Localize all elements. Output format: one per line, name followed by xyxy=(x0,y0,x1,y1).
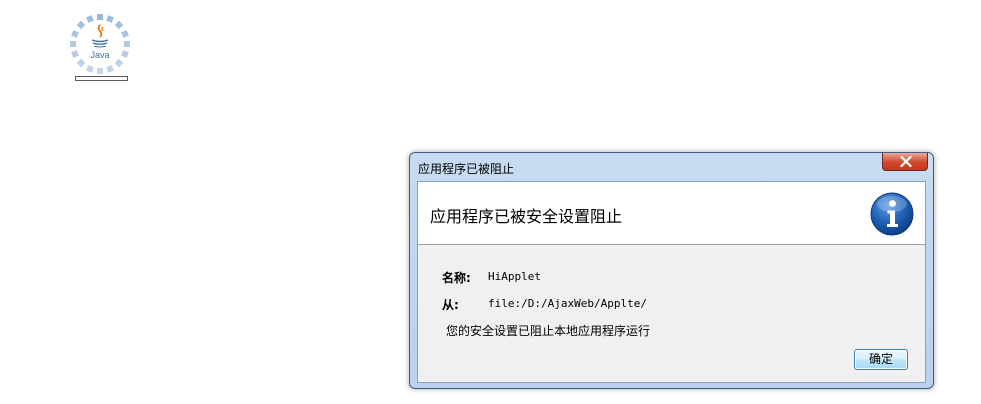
dialog-title: 应用程序已被阻止 xyxy=(418,162,515,176)
application-blocked-dialog: 应用程序已被阻止 应用程序已被安全设置阻止 名称: HiApplet 从: fi… xyxy=(409,152,934,389)
java-cup-logo xyxy=(91,24,109,48)
java-logo-text: Java xyxy=(90,50,109,60)
name-label: 名称: xyxy=(442,271,471,285)
from-value: file:/D:/AjaxWeb/Applte/ xyxy=(488,297,647,310)
from-label: 从: xyxy=(442,298,459,312)
info-icon xyxy=(870,192,914,236)
ok-button[interactable]: 确定 xyxy=(854,349,908,370)
java-spinner-icon: Java xyxy=(70,14,130,74)
java-loading-progress-bar xyxy=(75,76,128,81)
name-value: HiApplet xyxy=(488,270,541,283)
java-loading-spinner: Java xyxy=(68,12,132,84)
blocked-message: 您的安全设置已阻止本地应用程序运行 xyxy=(446,324,651,338)
close-icon xyxy=(900,156,912,167)
dialog-content: 应用程序已被安全设置阻止 名称: HiApplet 从: file:/D:/Aj… xyxy=(417,181,926,383)
close-button[interactable] xyxy=(882,153,928,171)
dialog-header: 应用程序已被安全设置阻止 xyxy=(418,182,925,245)
dialog-titlebar[interactable]: 应用程序已被阻止 xyxy=(410,153,933,181)
dialog-header-text: 应用程序已被安全设置阻止 xyxy=(430,207,623,226)
